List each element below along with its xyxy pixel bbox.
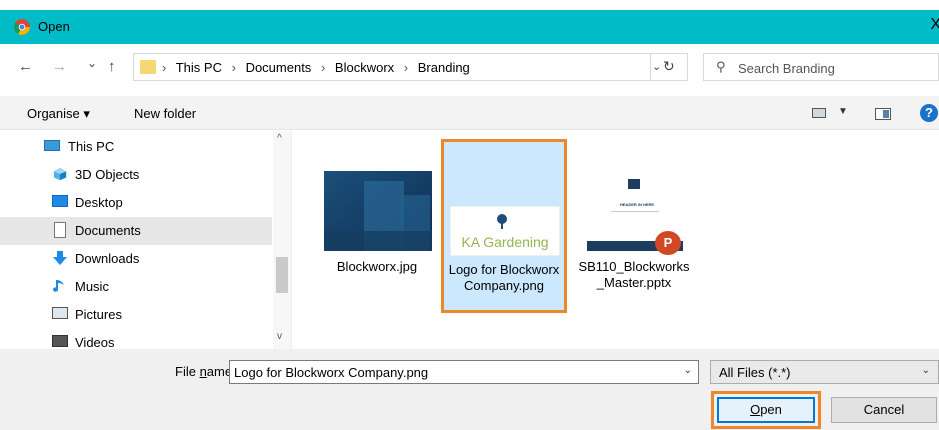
breadcrumb-blockworx[interactable]: Blockworx (335, 60, 394, 75)
sidebar-item-desktop[interactable]: Desktop (0, 189, 272, 217)
downloads-icon (53, 251, 67, 265)
breadcrumb-separator: › (162, 60, 167, 75)
sidebar-item-music[interactable]: Music (0, 273, 272, 301)
scroll-down-icon[interactable]: v (277, 331, 282, 342)
file-name: SB110_Blockworks_Master.pptx (578, 259, 690, 290)
breadcrumb-separator: › (320, 60, 326, 75)
sidebar-item-label: Videos (75, 335, 115, 349)
chevron-down-icon[interactable]: ⌄ (684, 365, 692, 376)
documents-icon (54, 222, 66, 238)
open-button[interactable]: Open (717, 397, 815, 423)
3d-objects-icon (53, 167, 67, 181)
file-item-blockworx-jpg[interactable]: Blockworx.jpg (316, 131, 438, 309)
sidebar-item-label: Documents (75, 223, 141, 238)
close-button[interactable]: X (930, 16, 939, 34)
sidebar-item-label: Pictures (75, 307, 122, 322)
sidebar-item-label: 3D Objects (75, 167, 140, 182)
search-input[interactable] (738, 58, 928, 78)
address-row: ← → ⌄ ↑ › This PC › Documents › Blockwor… (0, 44, 939, 96)
scrollbar-thumb[interactable] (276, 257, 288, 293)
pictures-icon (52, 307, 68, 319)
organise-menu[interactable]: Organise ▾ (27, 106, 90, 122)
file-type-select[interactable]: All Files (*.*) ⌄ (710, 360, 939, 384)
slide-title-text: HEADER IN HERE (619, 202, 655, 207)
file-name-label: File name: (175, 364, 236, 379)
refresh-button[interactable]: ↻ (650, 53, 686, 81)
folder-icon (140, 60, 156, 74)
scroll-up-icon[interactable]: ^ (277, 133, 282, 144)
music-icon (53, 280, 64, 292)
window-title: Open (38, 19, 70, 34)
breadcrumb-separator: › (403, 60, 409, 75)
photo-thumbnail (324, 171, 432, 251)
file-item-pptx[interactable]: HEADER IN HERE P SB110_Blockworks_Master… (573, 131, 695, 309)
file-name-field[interactable]: ⌄ (229, 360, 699, 384)
navigation-pane: This PC 3D Objects Desktop Documents Dow… (0, 131, 292, 349)
up-button[interactable]: ↑ (108, 58, 116, 75)
file-type-value: All Files (*.*) (719, 365, 791, 380)
sidebar-item-label: This PC (68, 139, 115, 154)
sidebar-item-documents[interactable]: Documents (0, 217, 272, 245)
file-item-logo-png[interactable]: KA Gardening Logo for Blockworx Company.… (441, 139, 567, 313)
breadcrumb-separator: › (231, 60, 236, 75)
powerpoint-icon: P (655, 231, 681, 255)
refresh-icon: ↻ (663, 58, 675, 74)
back-button[interactable]: ← (18, 58, 33, 75)
file-name-input[interactable] (234, 363, 674, 381)
sidebar-scrollbar[interactable]: ^ v (273, 131, 291, 349)
file-list: Blockworx.jpg KA Gardening Logo for Bloc… (293, 131, 939, 349)
view-options-icon[interactable] (812, 108, 826, 118)
forward-button[interactable]: → (52, 58, 67, 75)
search-icon: ⚲ (716, 59, 726, 74)
sidebar-item-3d-objects[interactable]: 3D Objects (0, 161, 272, 189)
chrome-icon (14, 19, 30, 35)
view-dropdown-icon[interactable]: ▼ (838, 106, 848, 117)
breadcrumb-this-pc[interactable]: This PC (176, 60, 222, 75)
search-box[interactable]: ⚲ (703, 53, 939, 81)
videos-icon (52, 335, 68, 347)
breadcrumb-documents[interactable]: Documents (246, 60, 312, 75)
breadcrumb: › This PC › Documents › Blockworx › Bran… (162, 60, 476, 75)
sidebar-item-label: Desktop (75, 195, 123, 210)
sidebar-item-label: Music (75, 279, 109, 294)
file-name: Blockworx.jpg (336, 259, 418, 274)
breadcrumb-branding[interactable]: Branding (418, 60, 470, 75)
this-pc-icon (44, 140, 60, 151)
chevron-down-icon: ⌄ (921, 365, 930, 376)
logo-text: KA Gardening (461, 234, 549, 250)
address-bar[interactable]: › This PC › Documents › Blockworx › Bran… (133, 53, 688, 81)
sidebar-item-label: Downloads (75, 251, 140, 266)
preview-pane-icon[interactable] (875, 108, 891, 120)
help-icon[interactable]: ? (920, 104, 938, 122)
sidebar-item-downloads[interactable]: Downloads (0, 245, 272, 273)
dialog-footer: File name: ⌄ All Files (*.*) ⌄ Open Canc… (0, 349, 939, 430)
title-bar: Open X (0, 10, 939, 44)
new-folder-button[interactable]: New folder (134, 106, 196, 121)
file-name: Logo for Blockworx Company.png (448, 262, 560, 293)
desktop-icon (52, 195, 68, 207)
cancel-button[interactable]: Cancel (831, 397, 937, 423)
sidebar-item-pictures[interactable]: Pictures (0, 301, 272, 329)
recent-locations-button[interactable]: ⌄ (87, 56, 97, 70)
sidebar-item-videos[interactable]: Videos (0, 329, 272, 349)
command-bar: Organise ▾ New folder ▼ ? (0, 96, 939, 130)
sidebar-item-this-pc[interactable]: This PC (0, 133, 272, 161)
